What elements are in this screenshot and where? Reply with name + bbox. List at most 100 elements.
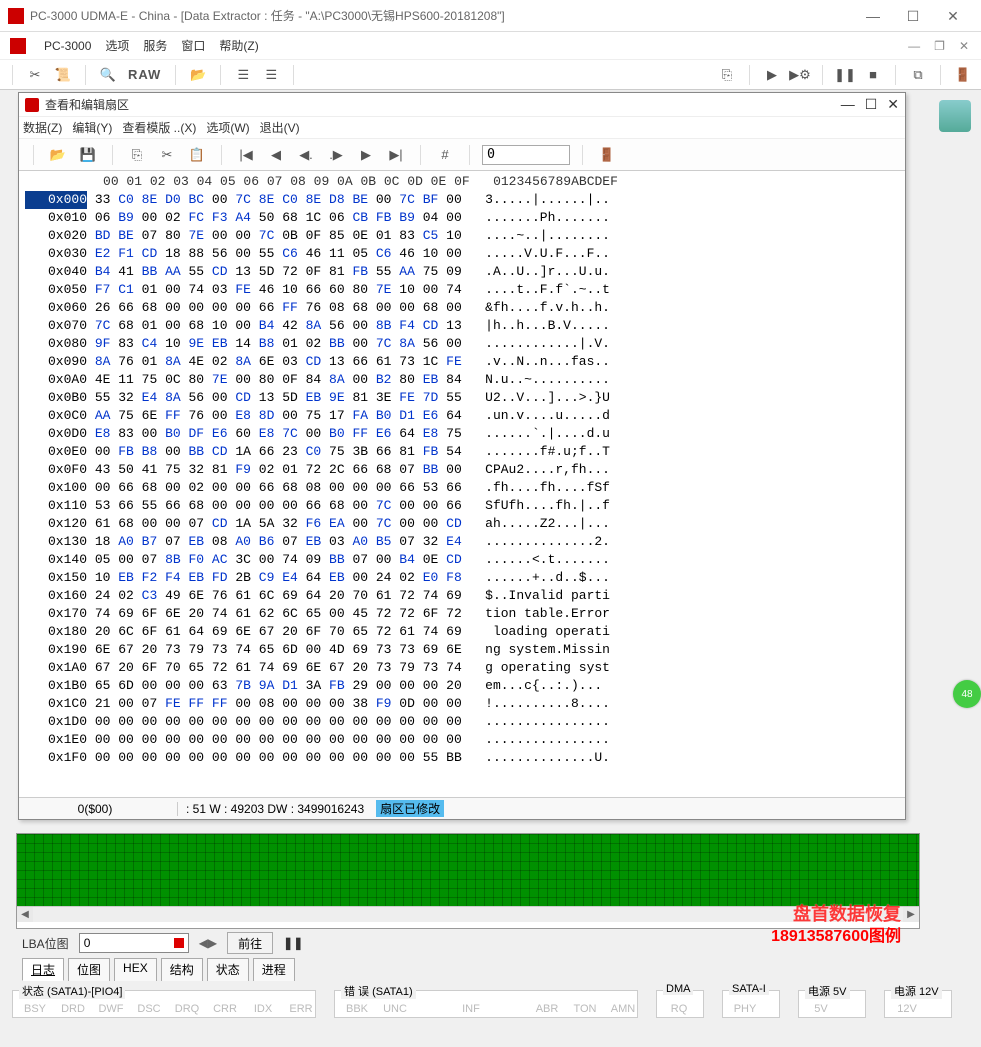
hex-row[interactable]: 0x1E0 00 00 00 00 00 00 00 00 00 00 00 0… [25, 731, 899, 749]
menu-service[interactable]: 服务 [143, 37, 167, 54]
hex-menu-exit[interactable]: 退出(V) [260, 119, 300, 136]
hex-row[interactable]: 0x170 74 69 6F 6E 20 74 61 62 6C 65 00 4… [25, 605, 899, 623]
hex-open-icon[interactable]: 📂 [46, 144, 70, 166]
hex-row[interactable]: 0x050 F7 C1 01 00 74 03 FE 46 10 66 60 8… [25, 281, 899, 299]
menu-help[interactable]: 帮助(Z) [219, 37, 258, 54]
tab-proc[interactable]: 进程 [253, 958, 295, 981]
close-button[interactable]: ✕ [933, 2, 973, 30]
lba-pause-icon[interactable]: ❚❚ [283, 936, 303, 950]
pause-icon[interactable]: ❚❚ [833, 64, 857, 86]
lba-stepper-icon[interactable]: ◀▶ [199, 936, 217, 950]
status-led: DRD [59, 1003, 87, 1015]
open-icon[interactable]: 📂 [186, 64, 210, 86]
hex-row[interactable]: 0x120 61 68 00 00 07 CD 1A 5A 32 F6 EA 0… [25, 515, 899, 533]
hex-row[interactable]: 0x1B0 65 6D 00 00 00 63 7B 9A D1 3A FB 2… [25, 677, 899, 695]
lba-input[interactable]: 0 [79, 933, 189, 953]
hex-row[interactable]: 0x160 24 02 C3 49 6E 76 61 6C 69 64 20 7… [25, 587, 899, 605]
hex-row[interactable]: 0x060 26 66 68 00 00 00 00 66 FF 76 08 6… [25, 299, 899, 317]
lba-scrollbar[interactable]: ◀ ▶ [17, 906, 919, 922]
hex-first-icon[interactable]: |◀ [234, 144, 258, 166]
hex-next2-icon[interactable]: .▶ [324, 144, 348, 166]
hex-close-button[interactable]: ✕ [887, 96, 899, 113]
hex-cut-icon[interactable]: ✂ [155, 144, 179, 166]
play-gear-icon[interactable]: ▶⚙ [788, 64, 812, 86]
hex-row[interactable]: 0x070 7C 68 01 00 68 10 00 B4 42 8A 56 0… [25, 317, 899, 335]
lba-grid[interactable] [17, 834, 919, 906]
hex-paste-icon[interactable]: 📋 [185, 144, 209, 166]
hex-menu-data[interactable]: 数据(Z) [23, 119, 62, 136]
stop-icon[interactable]: ■ [861, 64, 885, 86]
hex-row[interactable]: 0x030 E2 F1 CD 18 88 56 00 55 C6 46 11 0… [25, 245, 899, 263]
menu-window[interactable]: 窗口 [181, 37, 205, 54]
hex-row[interactable]: 0x000 33 C0 8E D0 BC 00 7C 8E C0 8E D8 B… [25, 191, 899, 209]
hex-row[interactable]: 0x080 9F 83 C4 10 9E EB 14 B8 01 02 BB 0… [25, 335, 899, 353]
hex-dump[interactable]: 00 01 02 03 04 05 06 07 08 09 0A 0B 0C 0… [19, 171, 905, 797]
search-icon[interactable]: 🔍 [96, 64, 120, 86]
hex-row[interactable]: 0x110 53 66 55 66 68 00 00 00 00 66 68 0… [25, 497, 899, 515]
hex-row[interactable]: 0x0E0 00 FB B8 00 BB CD 1A 66 23 C0 75 3… [25, 443, 899, 461]
hex-row[interactable]: 0x0D0 E8 83 00 B0 DF E6 60 E8 7C 00 B0 F… [25, 425, 899, 443]
hex-prev-icon[interactable]: ◀ [264, 144, 288, 166]
minimize-button[interactable]: — [853, 2, 893, 30]
hex-save-icon[interactable]: 💾 [76, 144, 100, 166]
hex-row[interactable]: 0x130 18 A0 B7 07 EB 08 A0 B6 07 EB 03 A… [25, 533, 899, 551]
hex-prev2-icon[interactable]: ◀. [294, 144, 318, 166]
hex-row[interactable]: 0x020 BD BE 07 80 7E 00 00 7C 0B 0F 85 0… [25, 227, 899, 245]
mdi-close-button[interactable]: ✕ [955, 37, 973, 55]
drive-icon[interactable] [939, 100, 971, 132]
tab-hex[interactable]: HEX [114, 958, 157, 981]
hex-menu-options[interactable]: 选项(W) [206, 119, 249, 136]
hex-row[interactable]: 0x180 20 6C 6F 61 64 69 6E 67 20 6F 70 6… [25, 623, 899, 641]
title-bar: PC-3000 UDMA-E - China - [Data Extractor… [0, 0, 981, 32]
hex-row[interactable]: 0x0B0 55 32 E4 8A 56 00 CD 13 5D EB 9E 8… [25, 389, 899, 407]
tab-log[interactable]: 日志 [22, 958, 64, 981]
hex-changed: 扇区已修改 [376, 800, 444, 817]
hex-row[interactable]: 0x1F0 00 00 00 00 00 00 00 00 00 00 00 0… [25, 749, 899, 767]
mdi-restore-button[interactable]: ❐ [930, 37, 949, 55]
list-icon-2[interactable]: ☰ [259, 64, 283, 86]
hex-row[interactable]: 0x140 05 00 07 8B F0 AC 3C 00 74 09 BB 0… [25, 551, 899, 569]
menu-options[interactable]: 选项 [105, 37, 129, 54]
export-icon[interactable]: ⎘ [715, 64, 739, 86]
scroll-icon[interactable]: 📜 [51, 64, 75, 86]
scroll-left-icon[interactable]: ◀ [17, 907, 33, 922]
hex-row[interactable]: 0x150 10 EB F2 F4 EB FD 2B C9 E4 64 EB 0… [25, 569, 899, 587]
hex-minimize-button[interactable]: — [841, 96, 855, 113]
hex-row[interactable]: 0x1A0 67 20 6F 70 65 72 61 74 69 6E 67 2… [25, 659, 899, 677]
hex-copy-icon[interactable]: ⎘ [125, 144, 149, 166]
hex-row[interactable]: 0x0F0 43 50 41 75 32 81 F9 02 01 72 2C 6… [25, 461, 899, 479]
hex-menu-edit[interactable]: 编辑(Y) [72, 119, 112, 136]
hex-row[interactable]: 0x100 00 66 68 00 02 00 00 66 68 08 00 0… [25, 479, 899, 497]
hex-row[interactable]: 0x0A0 4E 11 75 0C 80 7E 00 80 0F 84 8A 0… [25, 371, 899, 389]
hex-last-icon[interactable]: ▶| [384, 144, 408, 166]
mdi-minimize-button[interactable]: — [904, 37, 924, 55]
lba-controls: LBA位图 0 ◀▶ 前往 ❚❚ [22, 932, 922, 954]
raw-button[interactable]: RAW [124, 64, 165, 86]
tools-icon[interactable]: ✂ [23, 64, 47, 86]
play-icon[interactable]: ▶ [760, 64, 784, 86]
copy-icon[interactable]: ⧉ [906, 64, 930, 86]
hex-exit-icon[interactable]: 🚪 [595, 144, 619, 166]
tab-struct[interactable]: 结构 [161, 958, 203, 981]
hex-maximize-button[interactable]: ☐ [865, 96, 878, 113]
hex-menu-view[interactable]: 查看模版 ..(X) [122, 119, 196, 136]
hex-offset-input[interactable] [482, 145, 570, 165]
maximize-button[interactable]: ☐ [893, 2, 933, 30]
tab-map[interactable]: 位图 [68, 958, 110, 981]
exit-icon[interactable]: 🚪 [951, 64, 975, 86]
window-title: PC-3000 UDMA-E - China - [Data Extractor… [30, 7, 853, 24]
hex-row[interactable]: 0x0C0 AA 75 6E FF 76 00 E8 8D 00 75 17 F… [25, 407, 899, 425]
hex-grid-icon[interactable]: # [433, 144, 457, 166]
hex-row[interactable]: 0x190 6E 67 20 73 79 73 74 65 6D 00 4D 6… [25, 641, 899, 659]
scroll-right-icon[interactable]: ▶ [903, 907, 919, 922]
status-led: CRR [211, 1003, 239, 1015]
hex-row[interactable]: 0x090 8A 76 01 8A 4E 02 8A 6E 03 CD 13 6… [25, 353, 899, 371]
hex-row[interactable]: 0x1D0 00 00 00 00 00 00 00 00 00 00 00 0… [25, 713, 899, 731]
hex-row[interactable]: 0x1C0 21 00 07 FE FF FF 00 08 00 00 00 3… [25, 695, 899, 713]
hex-row[interactable]: 0x040 B4 41 BB AA 55 CD 13 5D 72 0F 81 F… [25, 263, 899, 281]
list-icon-1[interactable]: ☰ [231, 64, 255, 86]
tab-status[interactable]: 状态 [207, 958, 249, 981]
go-button[interactable]: 前往 [227, 932, 273, 954]
hex-next-icon[interactable]: ▶ [354, 144, 378, 166]
hex-row[interactable]: 0x010 06 B9 00 02 FC F3 A4 50 68 1C 06 C… [25, 209, 899, 227]
